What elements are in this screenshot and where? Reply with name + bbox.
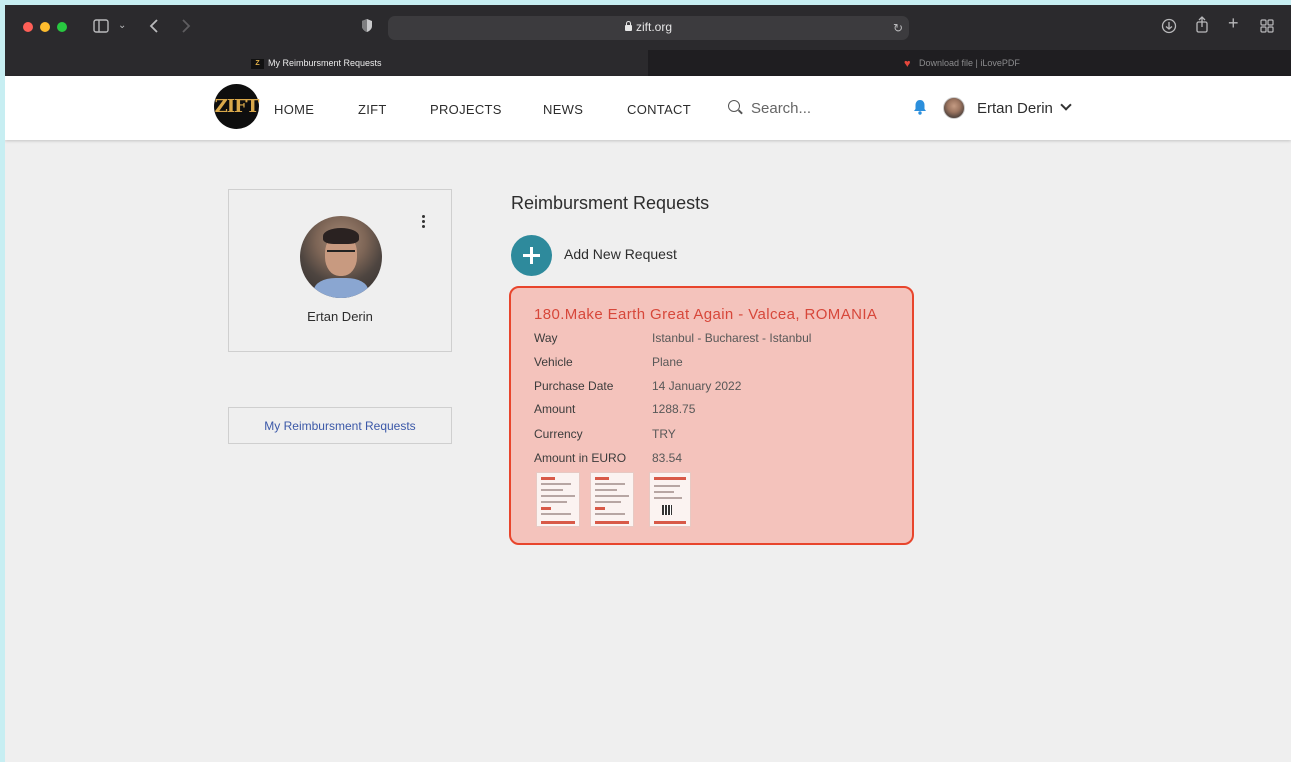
field-label: Vehicle — [534, 355, 573, 369]
search-input[interactable]: Search... — [751, 100, 811, 117]
profile-photo — [300, 216, 382, 298]
sidebar-icon[interactable] — [93, 19, 109, 35]
tab-overview-icon[interactable] — [1260, 19, 1274, 35]
nav-home[interactable]: HOME — [274, 102, 314, 117]
field-label: Currency — [534, 427, 583, 441]
url-text: zift.org — [635, 20, 672, 34]
profile-card: Ertan Derin — [228, 189, 452, 352]
field-value: 83.54 — [652, 451, 683, 465]
field-value: Istanbul - Bucharest - Istanbul — [652, 331, 812, 345]
site-header: ZIFT HOME ZIFT PROJECTS NEWS CONTACT Sea… — [5, 76, 1291, 140]
minimize-window-button[interactable] — [40, 22, 50, 32]
browser-toolbar: ⌄ zift.org ↻ + — [5, 5, 1291, 50]
field-label: Purchase Date — [534, 379, 614, 393]
nav-news[interactable]: NEWS — [543, 102, 583, 117]
chevron-down-icon[interactable] — [1060, 99, 1072, 111]
ilovepdf-heart-icon: ♥ — [904, 57, 911, 70]
close-window-button[interactable] — [23, 22, 33, 32]
request-card[interactable]: 180.Make Earth Great Again - Valcea, ROM… — [509, 286, 914, 545]
reload-icon[interactable]: ↻ — [893, 21, 903, 35]
search-icon[interactable] — [728, 100, 740, 112]
attachment-thumbnail[interactable] — [649, 472, 691, 527]
attachment-thumbnail[interactable] — [536, 472, 580, 527]
field-value: TRY — [652, 427, 676, 441]
tab-label: My Reimbursment Requests — [268, 58, 382, 68]
more-options-icon[interactable] — [422, 215, 426, 231]
zift-icon: Z — [251, 58, 264, 69]
attachment-thumbnail[interactable] — [590, 472, 634, 527]
bell-icon[interactable] — [913, 99, 927, 115]
field-label: Way — [534, 331, 558, 345]
nav-contact[interactable]: CONTACT — [627, 102, 691, 117]
field-value: 1288.75 — [652, 402, 696, 416]
field-value: Plane — [652, 355, 683, 369]
request-title[interactable]: 180.Make Earth Great Again - Valcea, ROM… — [534, 306, 877, 323]
downloads-icon[interactable] — [1161, 18, 1177, 36]
profile-name: Ertan Derin — [307, 309, 373, 324]
forward-icon[interactable] — [181, 18, 191, 36]
zoom-window-button[interactable] — [57, 22, 67, 32]
chevron-down-icon[interactable]: ⌄ — [118, 19, 126, 33]
header-user-name[interactable]: Ertan Derin — [977, 100, 1053, 117]
back-icon[interactable] — [149, 18, 159, 36]
privacy-shield-icon[interactable] — [361, 18, 373, 35]
tab-bar: Z My Reimbursment Requests ♥ Download file… — [5, 50, 1291, 76]
add-new-request-button[interactable]: Add New Request — [564, 246, 677, 262]
tab-my-reimbursment-requests[interactable]: Z My Reimbursment Requests — [5, 50, 648, 76]
share-icon[interactable] — [1195, 16, 1209, 36]
nav-zift[interactable]: ZIFT — [358, 102, 387, 117]
browser-window: ⌄ zift.org ↻ + Z My Reimbursment Requests — [5, 5, 1291, 762]
my-reimbursment-requests-button[interactable]: My Reimbursment Requests — [228, 407, 452, 444]
field-label: Amount — [534, 402, 576, 416]
avatar[interactable] — [943, 97, 965, 119]
add-icon[interactable] — [511, 235, 552, 276]
page-title: Reimbursment Requests — [511, 193, 710, 213]
lock-icon — [624, 21, 632, 31]
zift-logo[interactable]: ZIFT — [214, 84, 259, 129]
address-bar[interactable]: zift.org ↻ — [388, 16, 909, 40]
new-tab-icon[interactable]: + — [1228, 14, 1239, 32]
nav-projects[interactable]: PROJECTS — [430, 102, 502, 117]
field-value: 14 January 2022 — [652, 379, 742, 393]
tab-download-file[interactable]: ♥ Download file | iLovePDF — [650, 50, 1291, 76]
field-label: Amount in EURO — [534, 451, 627, 465]
tab-label: Download file | iLovePDF — [919, 58, 1020, 68]
